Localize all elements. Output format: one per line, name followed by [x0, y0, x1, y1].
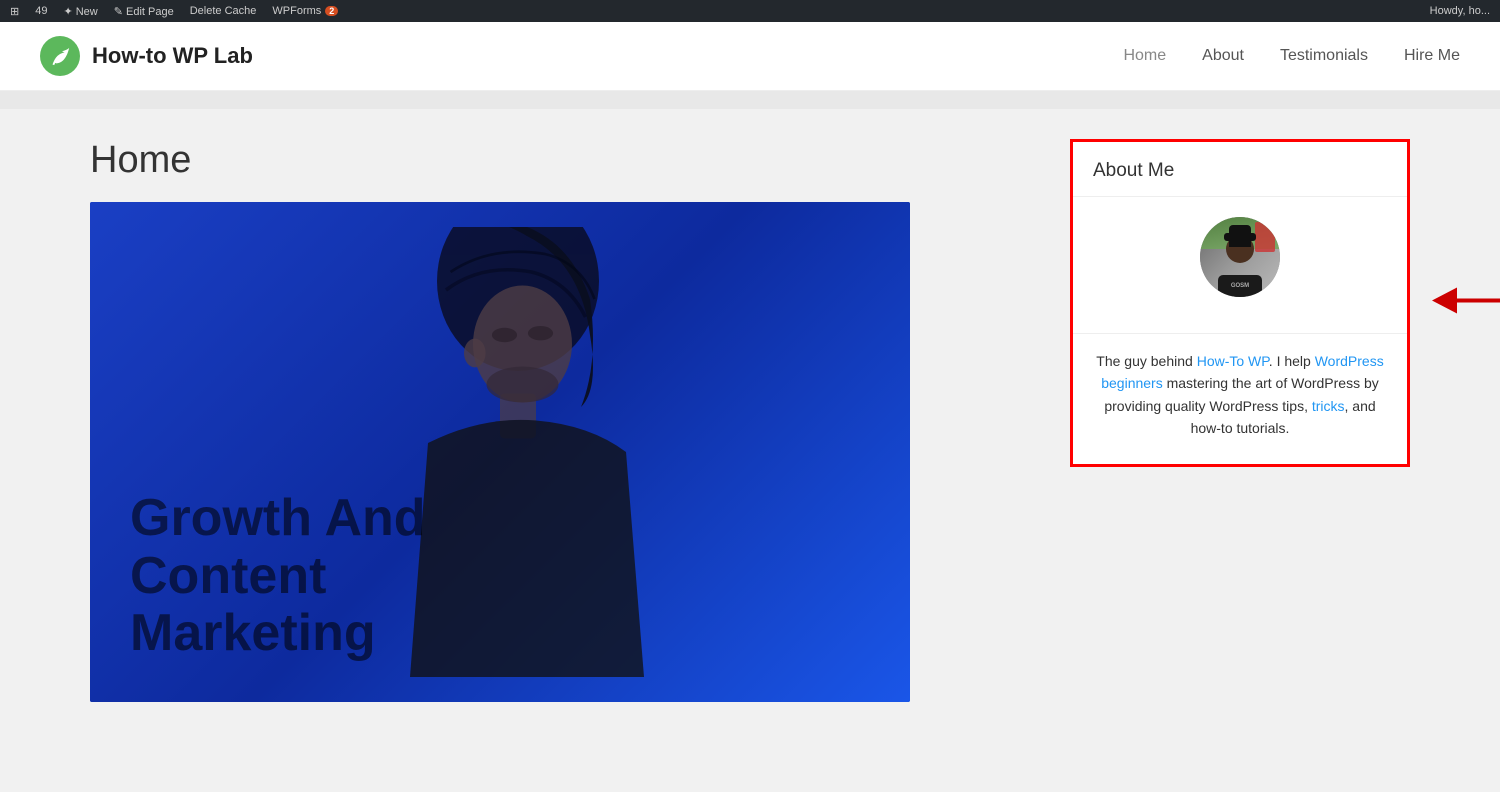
bio-link-howto[interactable]: How-To WP [1197, 353, 1269, 369]
admin-bar-new[interactable]: ✦ New [63, 5, 97, 18]
arrow-svg [1417, 275, 1500, 325]
hero-title: Growth And Content Marketing [130, 490, 426, 662]
nav-hire-me[interactable]: Hire Me [1404, 47, 1460, 65]
widget-bio: The guy behind How-To WP. I help WordPre… [1073, 350, 1407, 464]
hero-text: Growth And Content Marketing [90, 490, 426, 702]
admin-bar-counter: 49 [35, 5, 47, 17]
bio-link-tricks[interactable]: tricks [1312, 398, 1345, 414]
annotation-arrow [1417, 275, 1500, 330]
widget-divider-top [1073, 196, 1407, 197]
site-logo[interactable]: How-to WP Lab [40, 36, 253, 76]
admin-bar-delete-cache[interactable]: Delete Cache [190, 5, 257, 17]
hero-line1: Growth And [130, 489, 426, 547]
widget-divider-mid [1073, 333, 1407, 334]
logo-icon [40, 36, 80, 76]
admin-bar-wpforms[interactable]: WPForms 2 [272, 5, 338, 17]
wp-icon: ⊞ [10, 5, 19, 18]
widget-avatar-area: GOSM [1073, 217, 1407, 323]
avatar-placeholder: GOSM [1200, 217, 1280, 297]
avatar: GOSM [1200, 217, 1280, 297]
site-nav: Home About Testimonials Hire Me [1123, 47, 1460, 65]
left-column: Home [90, 139, 1030, 702]
nav-testimonials[interactable]: Testimonials [1280, 47, 1368, 65]
nav-home[interactable]: Home [1123, 47, 1166, 65]
admin-bar-howdy: Howdy, ho... [1430, 5, 1490, 17]
site-title: How-to WP Lab [92, 43, 253, 69]
leaf-icon [49, 45, 71, 67]
header-divider [0, 91, 1500, 109]
page-heading: Home [90, 139, 1030, 182]
about-me-widget: About Me [1070, 139, 1410, 467]
hero-image: Growth And Content Marketing [90, 202, 910, 702]
admin-bar-wp[interactable]: ⊞ [10, 5, 19, 18]
main-content: Home [50, 109, 1450, 742]
hero-line3: Marketing [130, 604, 376, 662]
widget-title: About Me [1073, 142, 1407, 196]
nav-about[interactable]: About [1202, 47, 1244, 65]
hero-line2: Content [130, 547, 326, 605]
admin-bar: ⊞ 49 ✦ New ✎ Edit Page Delete Cache WPFo… [0, 0, 1500, 22]
admin-bar-edit-page[interactable]: ✎ Edit Page [114, 5, 174, 18]
wpforms-badge: 2 [325, 6, 338, 16]
right-column: About Me [1070, 139, 1410, 702]
site-header: How-to WP Lab Home About Testimonials Hi… [0, 22, 1500, 91]
